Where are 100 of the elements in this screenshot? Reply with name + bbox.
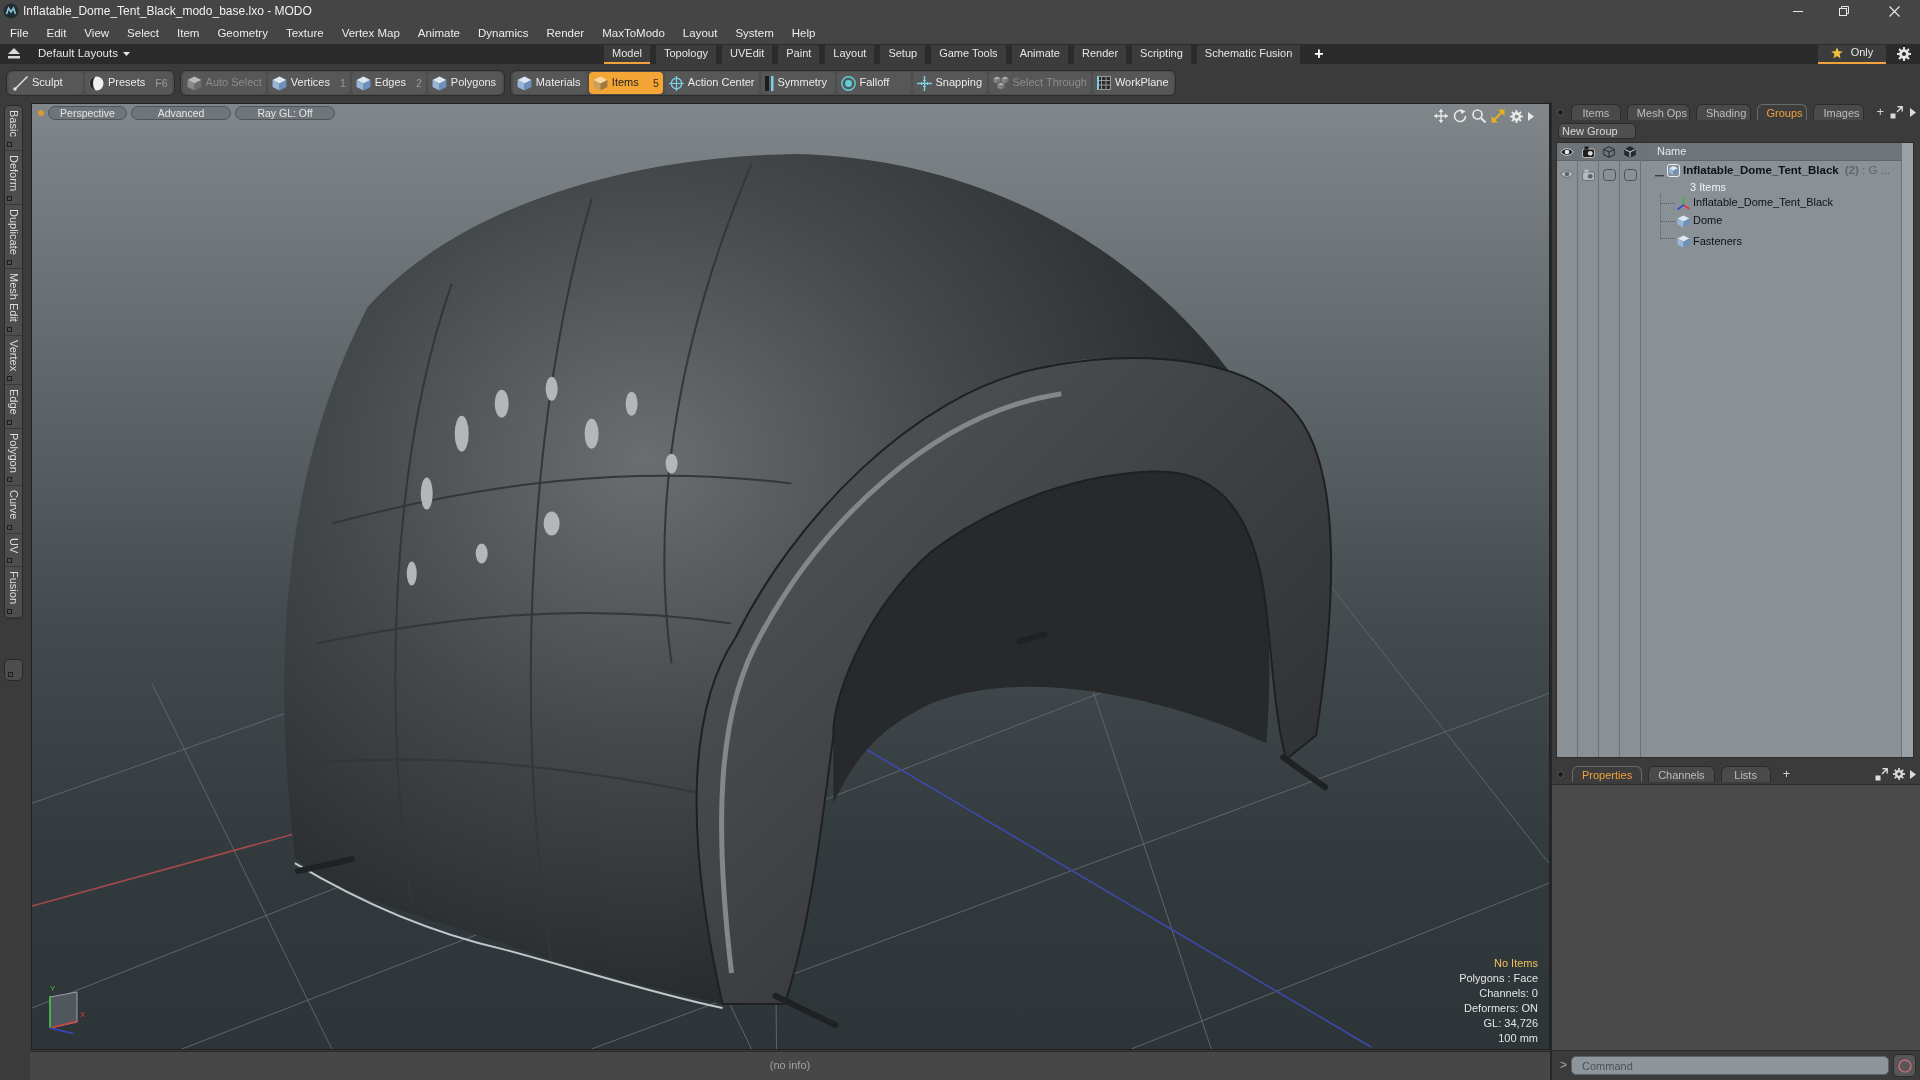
sidebar-tab[interactable]: Edge — [5, 384, 22, 429]
caret-icon[interactable] — [1910, 107, 1916, 117]
toolbar-button[interactable]: Vertices 1 — [267, 72, 350, 94]
panel-tab[interactable]: Images — [1813, 104, 1865, 120]
toggle-box-icon[interactable] — [1602, 169, 1616, 181]
toolbar-button[interactable]: Items 5 — [588, 72, 663, 94]
add-tab-button[interactable]: + — [1870, 105, 1890, 119]
menu-item[interactable]: File — [1, 22, 38, 44]
layout-tab[interactable]: Setup — [880, 44, 926, 64]
cube-icon — [592, 75, 608, 91]
layout-tab[interactable]: Model — [604, 44, 650, 64]
layout-tab[interactable]: Topology — [655, 44, 716, 64]
tree-item[interactable]: Dome — [1677, 214, 1723, 228]
panel-tab[interactable]: Groups — [1756, 104, 1808, 120]
cube-icon — [186, 75, 202, 91]
dot-icon — [1557, 108, 1564, 116]
menu-item[interactable]: Dynamics — [469, 22, 538, 44]
layout-menu-button[interactable]: Default Layouts — [38, 47, 130, 61]
sidebar-tab[interactable]: Deform — [5, 150, 22, 205]
panel-tab[interactable]: Channels — [1648, 766, 1715, 782]
layout-tab[interactable]: Scripting — [1132, 44, 1191, 64]
menu-item[interactable]: Item — [168, 22, 209, 44]
sidebar-tab[interactable]: Basic — [5, 106, 22, 151]
viewport[interactable]: Perspective Advanced Ray GL: Off No Items Polygons : Face Channels: 0 Deformers: ON GL: 34,726 100 mm Y X — [31, 103, 1550, 1050]
sidebar-button[interactable] — [4, 659, 23, 682]
panel-tab[interactable]: Items — [1570, 104, 1621, 120]
toolbar-button[interactable]: Materials — [512, 72, 587, 94]
sidebar-tab[interactable]: Curve — [5, 486, 22, 534]
layout-tab[interactable]: Render — [1074, 44, 1127, 64]
sidebar-tab[interactable]: Vertex — [5, 335, 22, 385]
menu-item[interactable]: Animate — [408, 22, 469, 44]
command-field[interactable]: Command — [1571, 1056, 1889, 1075]
viewport-option-button[interactable]: Advanced — [131, 106, 231, 120]
menu-item[interactable]: View — [75, 22, 119, 44]
tree-item[interactable]: Inflatable_Dome_Tent_Black — [1677, 196, 1834, 210]
menu-item[interactable]: Layout — [673, 22, 727, 44]
panel-tab[interactable]: Mesh Ops — [1626, 104, 1690, 120]
layout-tab[interactable]: Schematic Fusion — [1196, 44, 1301, 64]
move-icon[interactable] — [1434, 109, 1448, 123]
cube-outline-icon[interactable] — [1603, 145, 1615, 158]
layout-tab[interactable]: UVEdit — [722, 44, 773, 64]
new-group-button[interactable]: New Group — [1558, 123, 1636, 139]
toolbar-button[interactable]: WorkPlane — [1092, 72, 1173, 94]
menu-item[interactable]: Vertex Map — [332, 22, 409, 44]
toolbar-button[interactable]: Symmetry — [760, 72, 835, 94]
toolbar-button[interactable]: Presets F6 — [85, 72, 172, 94]
toolbar-button[interactable]: Edges 2 — [351, 72, 426, 94]
axis-gizmo-icon — [47, 990, 79, 1034]
sidebar-tab[interactable]: Duplicate — [5, 204, 22, 269]
expand-icon[interactable] — [1890, 105, 1903, 119]
menu-item[interactable]: Edit — [37, 22, 76, 44]
axes-icon — [1677, 196, 1690, 210]
caret-icon[interactable] — [1910, 769, 1916, 779]
menu-item[interactable]: System — [726, 22, 783, 44]
sidebar-tab[interactable]: Polygon — [5, 428, 22, 487]
menu-item[interactable]: Render — [537, 22, 594, 44]
sidebar-tab[interactable]: Mesh Edit — [5, 268, 22, 336]
toolbar-button[interactable]: Snapping — [912, 72, 987, 94]
column-header[interactable]: Name — [1641, 143, 1901, 161]
menu-item[interactable]: Geometry — [208, 22, 277, 44]
panel-tab[interactable]: Lists — [1720, 766, 1771, 782]
settings-icon[interactable] — [1893, 768, 1905, 780]
layout-tab[interactable]: Game Tools — [931, 44, 1006, 64]
viewport-option-button[interactable]: Ray GL: Off — [235, 106, 335, 120]
layout-tab[interactable]: Paint — [778, 44, 820, 64]
cross-icon — [916, 75, 932, 91]
toggle-box-icon[interactable] — [1623, 169, 1637, 181]
sidebar-tab[interactable]: UV — [5, 533, 22, 568]
viewport-info-text: Channels: 0 — [1478, 986, 1538, 1001]
maximize-icon[interactable] — [1491, 109, 1505, 123]
expand-icon[interactable] — [1875, 767, 1888, 781]
menu-item[interactable]: Select — [118, 22, 169, 44]
settings-icon[interactable] — [1897, 47, 1911, 61]
menu-item[interactable]: MaxToModo — [593, 22, 674, 44]
add-tab-button[interactable]: + — [1776, 767, 1797, 781]
toolbar-button[interactable]: Sculpt — [9, 72, 83, 94]
eject-icon[interactable] — [8, 48, 20, 60]
command-button[interactable] — [1893, 1054, 1916, 1077]
menu-item[interactable]: Texture — [276, 22, 333, 44]
viewport-option-button[interactable]: Perspective — [48, 106, 127, 120]
cube-icon — [355, 75, 371, 91]
tree-item[interactable]: Fasteners — [1677, 234, 1742, 248]
panel-tab[interactable]: Shading — [1695, 104, 1751, 120]
layout-tab[interactable]: Layout — [825, 44, 875, 64]
rotate-icon[interactable] — [1453, 109, 1467, 123]
menu-item[interactable]: Help — [782, 22, 825, 44]
symmetry-icon — [764, 75, 774, 91]
toolbar-button[interactable]: Polygons — [427, 72, 502, 94]
cube-icon[interactable] — [1624, 145, 1636, 158]
sidebar-tab[interactable]: Fusion — [5, 567, 22, 619]
toolbar-button[interactable]: Action Center — [664, 72, 759, 94]
scrollbar[interactable] — [1901, 143, 1913, 757]
only-toggle[interactable]: Only — [1818, 44, 1886, 64]
panel-tab[interactable]: Properties — [1572, 766, 1643, 782]
add-tab-button[interactable]: + — [1306, 45, 1332, 63]
layout-tab[interactable]: Animate — [1011, 44, 1068, 64]
toolbar-button[interactable]: Falloff — [836, 72, 911, 94]
camera-icon[interactable] — [1581, 145, 1595, 158]
command-prompt: > — [1560, 1058, 1567, 1073]
search-icon[interactable] — [1472, 109, 1486, 123]
